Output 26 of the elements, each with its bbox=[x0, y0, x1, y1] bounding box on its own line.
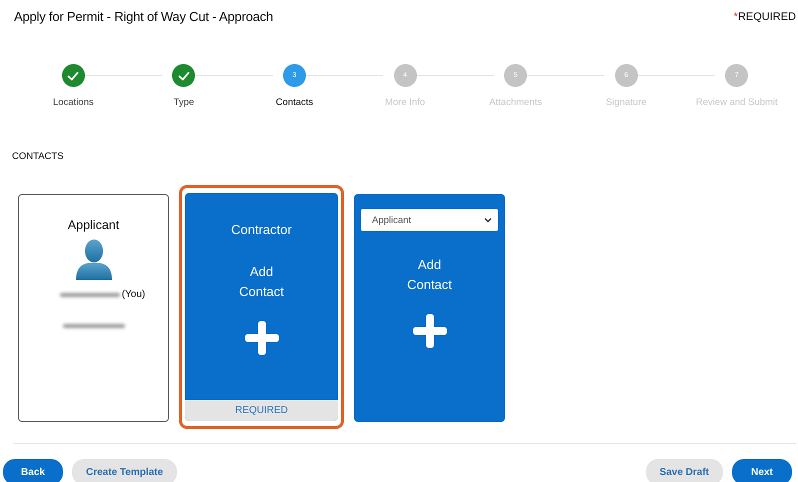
card-title: Applicant bbox=[68, 218, 120, 232]
role-dropdown[interactable]: Applicant bbox=[361, 209, 498, 231]
add-contact-label: Add Contact bbox=[238, 263, 285, 301]
required-label: REQUIRED bbox=[185, 400, 338, 421]
footer-button[interactable]: Create Template bbox=[72, 459, 178, 482]
person-icon bbox=[74, 238, 114, 280]
redacted-name bbox=[60, 292, 120, 296]
you-label: (You) bbox=[122, 289, 146, 300]
step-label[interactable]: Locations bbox=[52, 97, 94, 108]
card-title: Contractor bbox=[231, 222, 292, 237]
redacted-detail bbox=[62, 324, 124, 328]
contact-card[interactable]: Contractor Add Contact REQUIRED bbox=[185, 193, 338, 421]
footer-button[interactable]: Save Draft bbox=[646, 459, 723, 482]
chevron-down-icon bbox=[484, 217, 492, 223]
contact-card[interactable]: Applicant Add Contact bbox=[354, 194, 505, 422]
plus-icon bbox=[412, 314, 446, 348]
required-note: *REQUIRED bbox=[734, 10, 796, 22]
step-label[interactable]: Type bbox=[174, 97, 194, 108]
page-title: Apply for Permit - Right of Way Cut - Approach bbox=[14, 9, 274, 24]
contact-card[interactable]: Applicant (You) bbox=[18, 194, 169, 422]
step-label[interactable]: Contacts bbox=[276, 97, 314, 108]
section-heading: CONTACTS bbox=[12, 151, 65, 162]
add-contact-label: Add Contact bbox=[406, 256, 453, 294]
plus-icon bbox=[244, 321, 278, 355]
footer-button[interactable]: Back bbox=[3, 459, 63, 482]
footer-button[interactable]: Next bbox=[732, 459, 792, 482]
